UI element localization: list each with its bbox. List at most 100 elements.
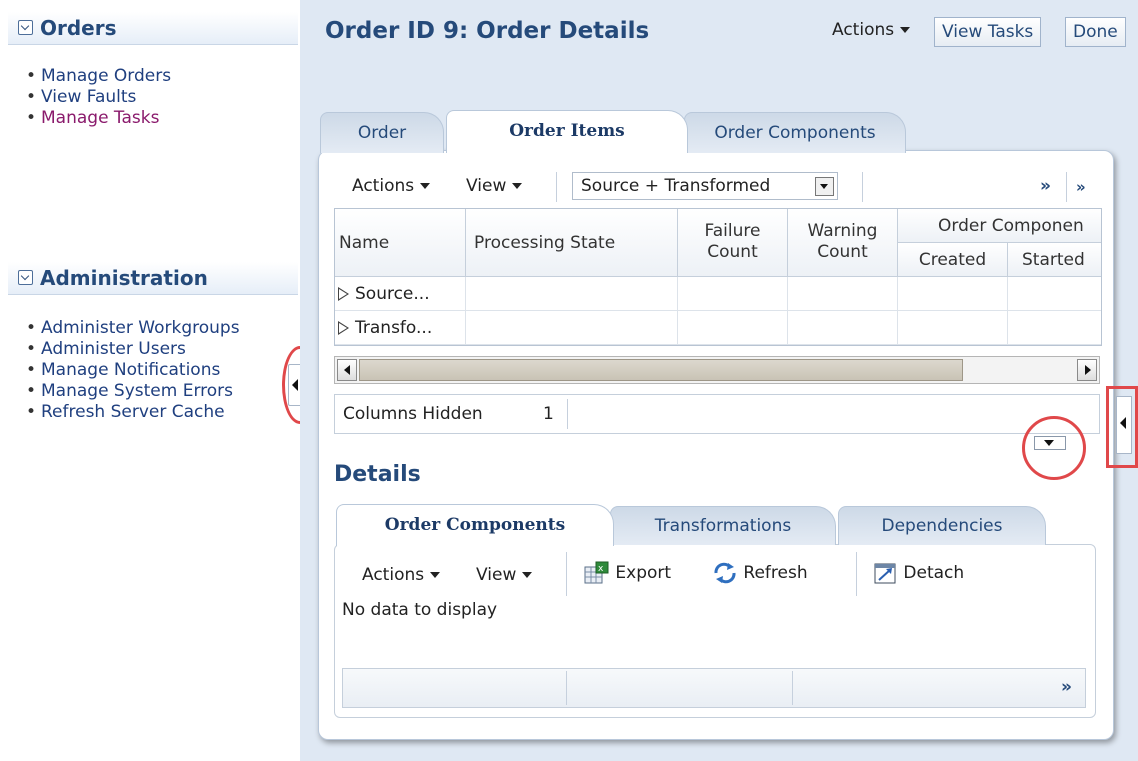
orders-nav-list: Manage Orders View Faults Manage Tasks [26,66,171,129]
failure-label: Failure [704,221,761,241]
footer-separator [566,671,567,705]
order-items-table: Name Processing State Failure Count Warn… [334,208,1102,346]
table-cell [1008,311,1101,345]
scroll-left-arrow-icon [344,365,350,375]
toolbar-overflow-button[interactable]: » [1040,176,1051,196]
table-row[interactable]: Source... [335,277,466,311]
details-view-label: View [476,565,517,585]
table-cell [788,311,898,345]
table-cell [1008,277,1101,311]
collapse-chevron-icon[interactable] [18,270,33,285]
toolbar-more-button[interactable]: » [1076,178,1086,196]
header-actions-label: Actions [832,20,895,40]
administration-panel-title: Administration [40,266,208,290]
bar-separator [567,399,568,429]
table-row[interactable]: Transfo... [335,311,466,345]
highlight-circle-splitter [1022,416,1086,480]
items-actions-label: Actions [352,176,415,196]
row-name: Source... [355,284,430,304]
administration-panel-header[interactable]: Administration [8,262,298,295]
table-cell [466,277,678,311]
detach-icon [874,563,896,584]
details-section-title: Details [334,462,421,487]
nav-link-manage-orders[interactable]: Manage Orders [26,66,171,87]
expand-row-icon[interactable] [335,321,355,335]
collapse-chevron-icon[interactable] [18,20,33,35]
export-label: Export [615,563,672,583]
orders-panel-header[interactable]: Orders [8,12,298,45]
table-cell [678,311,788,345]
orders-panel-title: Orders [40,16,117,40]
svg-text:x: x [598,564,604,574]
toolbar-separator [862,172,863,202]
scroll-left-button[interactable] [337,359,357,381]
detach-button[interactable]: Detach [874,561,964,585]
columns-hidden-count: 1 [543,404,554,424]
toolbar-separator [566,552,567,596]
highlight-rectangle-right [1106,386,1138,468]
view-tasks-button[interactable]: View Tasks [934,17,1042,47]
header-actions-menu[interactable]: Actions [832,20,911,40]
left-navigation: Orders Manage Orders View Faults Manage … [0,0,301,761]
column-header-processing-state[interactable]: Processing State [466,209,678,277]
source-filter-value: Source + Transformed [581,176,771,196]
scrollbar-thumb[interactable] [359,359,963,381]
column-group-header-order-components: Order Componen [898,209,1101,243]
details-table-footer: » [342,668,1086,708]
done-button[interactable]: Done [1065,17,1126,47]
column-header-name[interactable]: Name [335,209,466,277]
footer-overflow-button[interactable]: » [1061,677,1072,697]
details-view-menu[interactable]: View [476,565,533,585]
export-button[interactable]: x Export [584,561,671,585]
details-actions-label: Actions [362,565,425,585]
dropdown-caret-icon [900,27,911,33]
tab-order-components-details[interactable]: Order Components [336,504,614,546]
detach-label: Detach [903,563,965,583]
tab-order[interactable]: Order [320,112,444,153]
excel-export-icon: x [584,561,609,584]
count-label: Count [707,242,758,262]
nav-link-manage-system-errors[interactable]: Manage System Errors [26,381,240,402]
items-actions-menu[interactable]: Actions [352,176,431,196]
warning-label: Warning [807,221,878,241]
details-actions-menu[interactable]: Actions [362,565,441,585]
tab-order-components[interactable]: Order Components [684,112,906,153]
nav-link-administer-workgroups[interactable]: Administer Workgroups [26,318,240,339]
nav-link-refresh-server-cache[interactable]: Refresh Server Cache [26,402,240,423]
table-cell [788,277,898,311]
dropdown-caret-icon [430,572,441,578]
empty-state-text: No data to display [342,600,498,620]
refresh-icon [714,562,736,584]
tab-transformations[interactable]: Transformations [610,506,836,545]
toolbar-separator [556,172,557,202]
source-filter-select[interactable]: Source + Transformed [572,172,838,200]
select-dropdown-arrow-icon[interactable] [815,177,834,196]
refresh-button[interactable]: Refresh [712,561,808,585]
column-header-started[interactable]: Started [1008,243,1101,277]
items-view-label: View [466,176,507,196]
count-label: Count [817,242,868,262]
nav-link-manage-notifications[interactable]: Manage Notifications [26,360,240,381]
dropdown-caret-icon [512,183,523,189]
refresh-label: Refresh [743,563,808,583]
scroll-right-button[interactable] [1077,359,1097,381]
administration-nav-list: Administer Workgroups Administer Users M… [26,318,240,423]
items-view-menu[interactable]: View [466,176,523,196]
footer-separator [792,671,793,705]
columns-hidden-label: Columns Hidden [343,404,483,424]
column-header-created[interactable]: Created [898,243,1008,277]
table-cell [678,277,788,311]
horizontal-scrollbar[interactable] [334,356,1100,384]
tab-order-items[interactable]: Order Items [446,110,688,153]
toolbar-separator [856,552,857,596]
column-header-failure-count[interactable]: Failure Count [678,209,788,277]
scroll-right-arrow-icon [1085,365,1091,375]
column-header-warning-count[interactable]: Warning Count [788,209,898,277]
nav-link-manage-tasks[interactable]: Manage Tasks [26,108,171,129]
row-name: Transfo... [355,318,433,338]
tab-dependencies[interactable]: Dependencies [838,506,1046,545]
nav-link-view-faults[interactable]: View Faults [26,87,171,108]
nav-link-administer-users[interactable]: Administer Users [26,339,240,360]
expand-row-icon[interactable] [335,287,355,301]
toolbar-separator [1066,172,1067,202]
